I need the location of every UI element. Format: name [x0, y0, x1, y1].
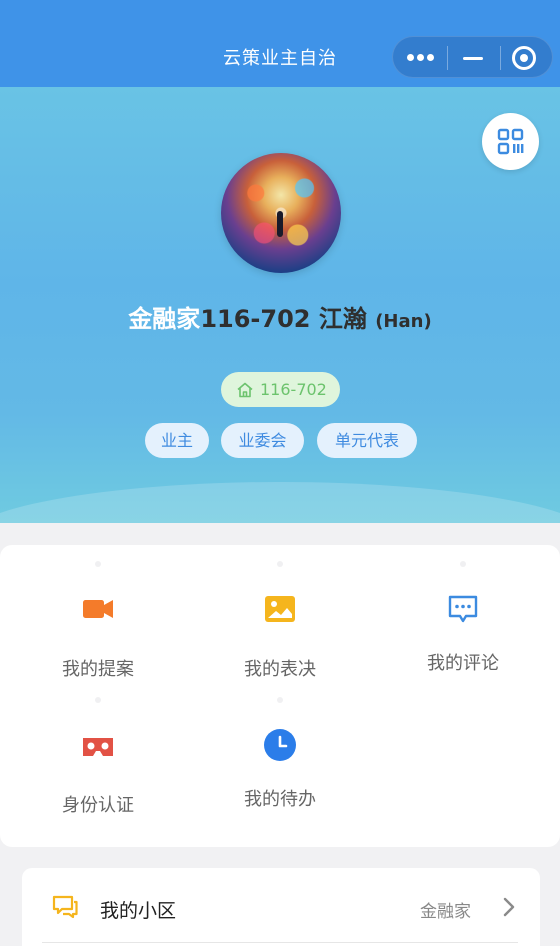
profile-header: 金融家116-702 江瀚 (Han) 116-702 业主 业委会 单元代表 [0, 87, 560, 523]
settings-list: 我的小区 金融家 [22, 868, 540, 946]
comment-icon [448, 595, 478, 623]
feature-label: 身份认证 [62, 795, 134, 816]
decoration-dot [95, 561, 101, 567]
decoration-dot [460, 561, 466, 567]
decoration-dot [95, 697, 101, 703]
close-target-icon[interactable] [512, 46, 536, 70]
user-display-name: 金融家116-702 江瀚 (Han) [0, 299, 560, 334]
unit-tag-label: 116-702 [260, 380, 327, 399]
decoration-dot [277, 561, 283, 567]
feature-label: 我的评论 [427, 653, 499, 674]
list-divider [42, 942, 518, 943]
unit-tag: 116-702 [221, 372, 340, 407]
mini-program-capsule [392, 36, 553, 78]
decoration-dot [277, 697, 283, 703]
person-name: 江瀚 [318, 305, 367, 333]
role-tag-owner: 业主 [145, 423, 209, 458]
clock-icon [264, 729, 296, 761]
chevron-right-icon [503, 897, 515, 917]
feature-label: 我的待办 [244, 789, 316, 810]
list-item-value: 金融家 [420, 902, 471, 922]
capsule-divider [447, 46, 448, 70]
name-suffix: (Han) [375, 311, 432, 332]
role-tag-committee: 业委会 [221, 423, 304, 458]
vr-goggles-icon [83, 738, 113, 756]
qr-code-button[interactable] [482, 113, 539, 170]
community-name: 金融家 [128, 305, 201, 333]
image-icon [265, 596, 295, 622]
navigation-bar: 云策业主自治 [0, 0, 560, 87]
home-icon [237, 382, 253, 398]
unit-number: 116-702 [200, 305, 311, 333]
feature-label: 我的提案 [62, 659, 134, 680]
list-item-title: 我的小区 [100, 900, 177, 922]
feature-grid: 我的提案 我的表决 我的评论 身份认证 我的待办 [0, 545, 560, 847]
role-tag-unit-rep: 单元代表 [317, 423, 417, 458]
chat-bubbles-icon [52, 895, 78, 919]
more-dots-icon[interactable] [407, 54, 435, 62]
minimize-icon[interactable] [463, 57, 483, 60]
feature-label: 我的表决 [244, 659, 316, 680]
qr-code-icon [497, 128, 524, 155]
video-camera-icon [83, 600, 113, 618]
header-curve-decoration [0, 482, 560, 523]
capsule-divider [500, 46, 501, 70]
avatar[interactable] [221, 153, 341, 273]
